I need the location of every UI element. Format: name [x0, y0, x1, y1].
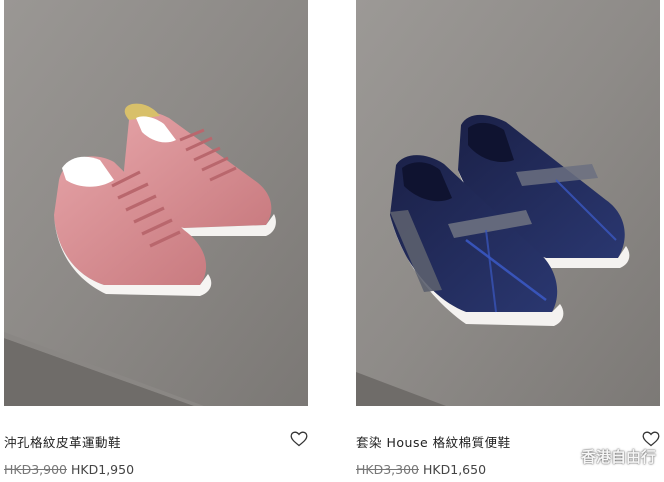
product-image[interactable]	[356, 0, 660, 406]
product-name[interactable]: 沖孔格紋皮革運動鞋	[4, 432, 121, 451]
product-image[interactable]	[4, 0, 308, 406]
original-price: HKD3,900	[4, 462, 68, 477]
sale-price: HKD1,950	[71, 462, 135, 477]
product-card-pink-sneaker[interactable]: 沖孔格紋皮革運動鞋 HKD3,900 HKD1,950	[4, 0, 308, 482]
wechat-logo-icon	[551, 447, 576, 466]
product-name[interactable]: 套染 House 格紋棉質便鞋	[356, 432, 511, 451]
product-grid: 沖孔格紋皮革運動鞋 HKD3,900 HKD1,950 套染 House 格紋棉…	[0, 0, 664, 482]
sale-price: HKD1,650	[423, 462, 487, 477]
product-card-navy-slip-on[interactable]: 套染 House 格紋棉質便鞋 HKD3,300 HKD1,650	[356, 0, 660, 482]
original-price: HKD3,300	[356, 462, 420, 477]
watermark: 香港自由行	[551, 446, 656, 467]
product-meta: 套染 House 格紋棉質便鞋 HKD3,300 HKD1,650	[356, 406, 660, 482]
product-price: HKD3,900 HKD1,950	[4, 462, 134, 477]
heart-outline-icon[interactable]	[642, 431, 660, 447]
watermark-text: 香港自由行	[580, 448, 656, 466]
heart-outline-icon[interactable]	[290, 431, 308, 447]
product-price: HKD3,300 HKD1,650	[356, 462, 486, 477]
product-meta: 沖孔格紋皮革運動鞋 HKD3,900 HKD1,950	[4, 406, 308, 482]
